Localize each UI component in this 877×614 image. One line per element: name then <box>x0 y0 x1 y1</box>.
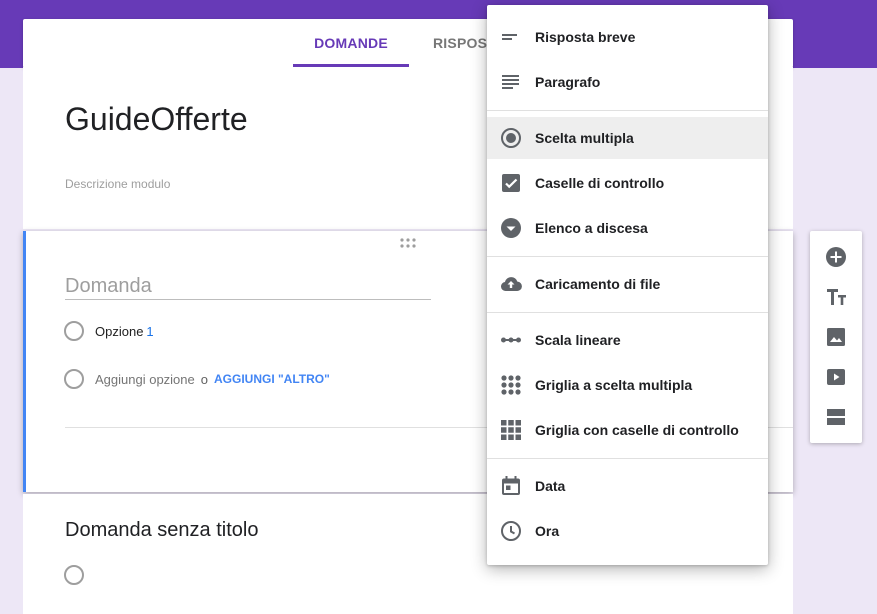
menu-item-time[interactable]: Ora <box>487 510 768 552</box>
form-title[interactable]: GuideOfferte <box>65 101 248 138</box>
add-option-button[interactable]: Aggiungi opzione <box>95 372 195 387</box>
clock-icon <box>501 521 521 541</box>
menu-item-linear-scale[interactable]: Scala lineare <box>487 319 768 361</box>
add-other-button[interactable]: AGGIUNGI "ALTRO" <box>214 372 330 386</box>
short-answer-icon <box>502 34 517 40</box>
checkbox-grid-icon <box>501 420 521 440</box>
option-label[interactable]: Opzione 1 <box>95 324 154 339</box>
menu-item-checkbox-grid[interactable]: Griglia con caselle di controllo <box>487 409 768 451</box>
add-question-icon[interactable] <box>824 245 848 269</box>
radio-icon <box>64 321 84 341</box>
option-number: 1 <box>146 323 154 339</box>
menu-item-file-upload[interactable]: Caricamento di file <box>487 263 768 305</box>
menu-item-label: Griglia a scelta multipla <box>535 377 693 393</box>
drag-handle-icon[interactable] <box>400 238 416 248</box>
radio-icon <box>64 565 84 585</box>
menu-divider <box>487 256 768 257</box>
checkbox-icon <box>502 174 520 192</box>
menu-divider <box>487 312 768 313</box>
menu-item-label: Ora <box>535 523 560 539</box>
radio-icon <box>64 369 84 389</box>
menu-item-multiple-choice-grid[interactable]: Griglia a scelta multipla <box>487 364 768 406</box>
calendar-icon <box>502 476 520 495</box>
menu-item-label: Caselle di controllo <box>535 175 665 191</box>
menu-item-dropdown[interactable]: Elenco a discesa <box>487 207 768 249</box>
section-icon[interactable] <box>824 405 848 429</box>
active-card-accent <box>23 231 26 492</box>
menu-item-label: Data <box>535 478 566 494</box>
add-option-row: Aggiungi opzione o AGGIUNGI "ALTRO" <box>64 367 330 391</box>
linear-scale-icon <box>501 337 521 343</box>
radio-button-icon <box>501 128 521 148</box>
menu-item-label: Griglia con caselle di controllo <box>535 422 739 438</box>
tab-questions[interactable]: DOMANDE <box>293 19 409 67</box>
menu-item-checkboxes[interactable]: Caselle di controllo <box>487 162 768 204</box>
menu-divider <box>487 110 768 111</box>
option-text: Opzione <box>95 323 144 339</box>
menu-item-label: Caricamento di file <box>535 276 661 292</box>
menu-item-label: Scala lineare <box>535 332 621 348</box>
or-text: o <box>200 371 208 387</box>
question-type-menu: Risposta breve Paragrafo Scelta multipla… <box>487 5 768 565</box>
title-text-icon[interactable] <box>824 285 848 309</box>
menu-item-multiple-choice[interactable]: Scelta multipla <box>487 117 768 159</box>
menu-item-short-answer[interactable]: Risposta breve <box>487 16 768 58</box>
question-title[interactable]: Domanda senza titolo <box>65 519 258 542</box>
video-icon[interactable] <box>824 365 848 389</box>
question-title-input[interactable]: Domanda <box>65 273 431 300</box>
menu-item-date[interactable]: Data <box>487 465 768 507</box>
tab-questions-label: DOMANDE <box>314 35 388 51</box>
menu-item-label: Scelta multipla <box>535 130 634 146</box>
form-description-input[interactable]: Descrizione modulo <box>65 177 170 191</box>
image-icon[interactable] <box>824 325 848 349</box>
floating-toolbar <box>810 231 862 443</box>
menu-item-paragraph[interactable]: Paragrafo <box>487 61 768 103</box>
menu-item-label: Paragrafo <box>535 74 601 90</box>
menu-item-label: Risposta breve <box>535 29 636 45</box>
dropdown-icon <box>501 218 521 238</box>
menu-item-label: Elenco a discesa <box>535 220 648 236</box>
cloud-upload-icon <box>500 277 522 292</box>
multiple-choice-grid-icon <box>501 375 521 395</box>
menu-divider <box>487 458 768 459</box>
option-row[interactable]: Opzione 1 <box>64 319 154 343</box>
paragraph-icon <box>502 75 519 89</box>
